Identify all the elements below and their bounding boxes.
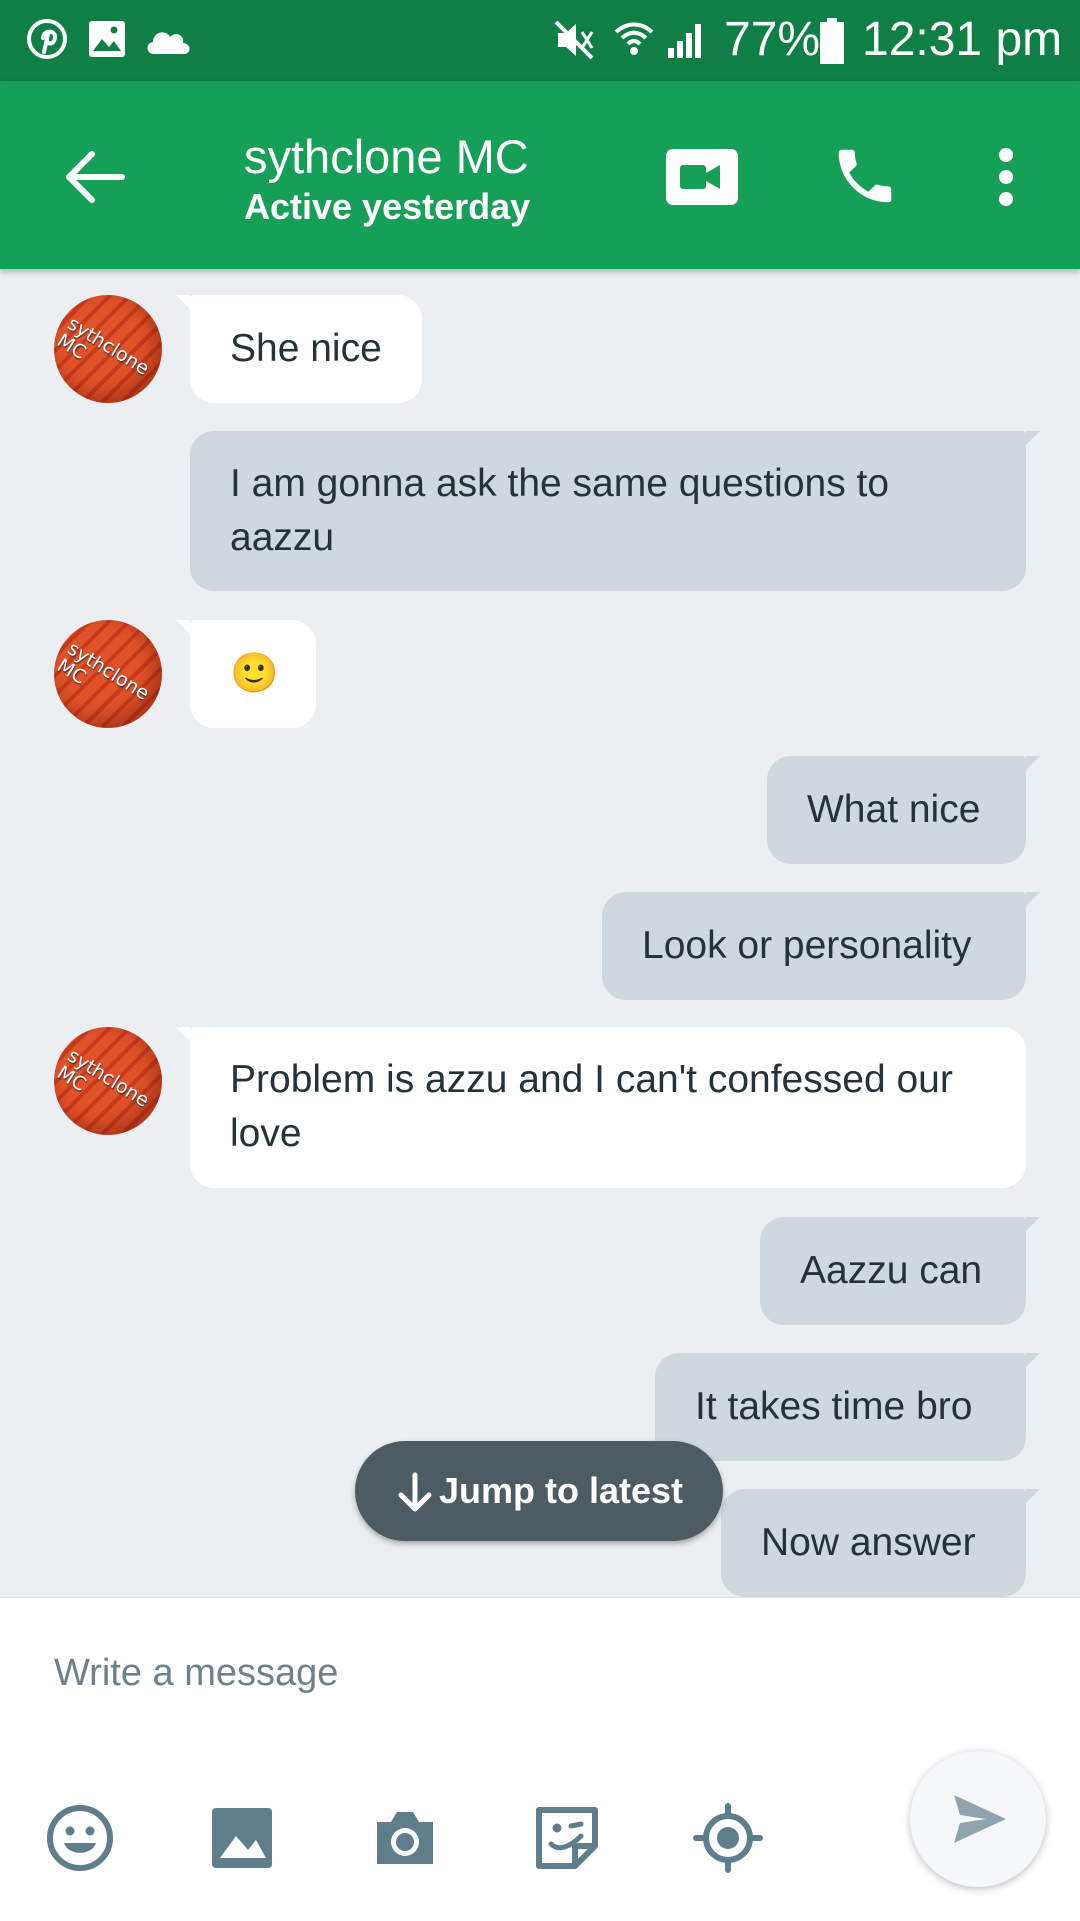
message-bubble-outgoing[interactable]: It takes time bro — [655, 1353, 1040, 1461]
battery-icon — [820, 18, 844, 64]
back-arrow-icon[interactable] — [62, 144, 128, 210]
wifi-icon — [614, 22, 654, 55]
avatar[interactable]: sythclone MC — [54, 295, 162, 403]
message-text: It takes time bro — [695, 1385, 973, 1428]
send-icon — [954, 1795, 1006, 1843]
avatar-label: sythclone MC — [54, 1044, 154, 1112]
sticker-icon[interactable] — [531, 1802, 603, 1874]
jump-to-latest-button[interactable]: Jump to latest — [355, 1441, 723, 1541]
send-button[interactable] — [910, 1751, 1046, 1887]
camera-icon[interactable] — [369, 1802, 441, 1874]
avatar[interactable]: sythclone MC — [54, 620, 162, 728]
message-text: I am gonna ask the same questions to aaz… — [230, 462, 890, 559]
more-vert-icon[interactable] — [985, 145, 1027, 209]
gallery-icon[interactable] — [206, 1802, 278, 1874]
message-bubble-incoming[interactable]: She nice — [176, 295, 422, 403]
message-text: Now answer — [761, 1521, 976, 1564]
signal-icon — [668, 24, 701, 58]
location-icon[interactable] — [692, 1802, 764, 1874]
phone-icon[interactable] — [830, 141, 900, 211]
composer: Write a message — [0, 1597, 1080, 1921]
jump-to-latest-label: Jump to latest — [438, 1470, 684, 1511]
cloud-icon — [147, 32, 190, 54]
message-text: She nice — [230, 327, 382, 370]
message-bubble-incoming[interactable]: 🙂 — [176, 620, 316, 728]
mute-icon — [554, 20, 594, 60]
emoji-icon[interactable] — [44, 1802, 116, 1874]
message-bubble-outgoing[interactable]: What nice — [767, 756, 1040, 864]
image-icon — [89, 21, 125, 57]
avatar[interactable]: sythclone MC — [54, 1027, 162, 1135]
avatar-label: sythclone MC — [54, 312, 154, 380]
status-bar: 77% 12:31 pm — [0, 0, 1080, 81]
message-text: Aazzu can — [800, 1249, 983, 1292]
message-bubble-outgoing[interactable]: I am gonna ask the same questions to aaz… — [190, 431, 1040, 591]
message-text: Problem is azzu and I can't confessed ou… — [230, 1058, 953, 1155]
message-list[interactable]: sythclone MC She nice I am gonna ask the… — [0, 269, 1080, 1597]
message-bubble-outgoing[interactable]: Now answer — [721, 1489, 1040, 1597]
presence-status: Active yesterday — [244, 186, 531, 227]
clock: 12:31 pm — [862, 13, 1063, 66]
arrow-down-icon — [398, 1472, 432, 1512]
video-call-icon[interactable] — [664, 147, 740, 207]
message-text: Look or personality — [642, 924, 972, 967]
pinterest-icon — [27, 19, 67, 59]
message-input[interactable]: Write a message — [54, 1648, 338, 1698]
message-bubble-incoming[interactable]: Problem is azzu and I can't confessed ou… — [176, 1027, 1026, 1188]
battery-percent: 77% — [724, 13, 821, 66]
message-bubble-outgoing[interactable]: Look or personality — [602, 892, 1040, 1000]
avatar-label: sythclone MC — [54, 637, 154, 705]
conversation-title[interactable]: sythclone MC — [244, 127, 529, 187]
message-text: What nice — [807, 788, 981, 831]
message-emoji: 🙂 — [230, 652, 279, 695]
message-bubble-outgoing[interactable]: Aazzu can — [760, 1217, 1040, 1325]
app-bar: sythclone MC Active yesterday — [0, 81, 1080, 269]
